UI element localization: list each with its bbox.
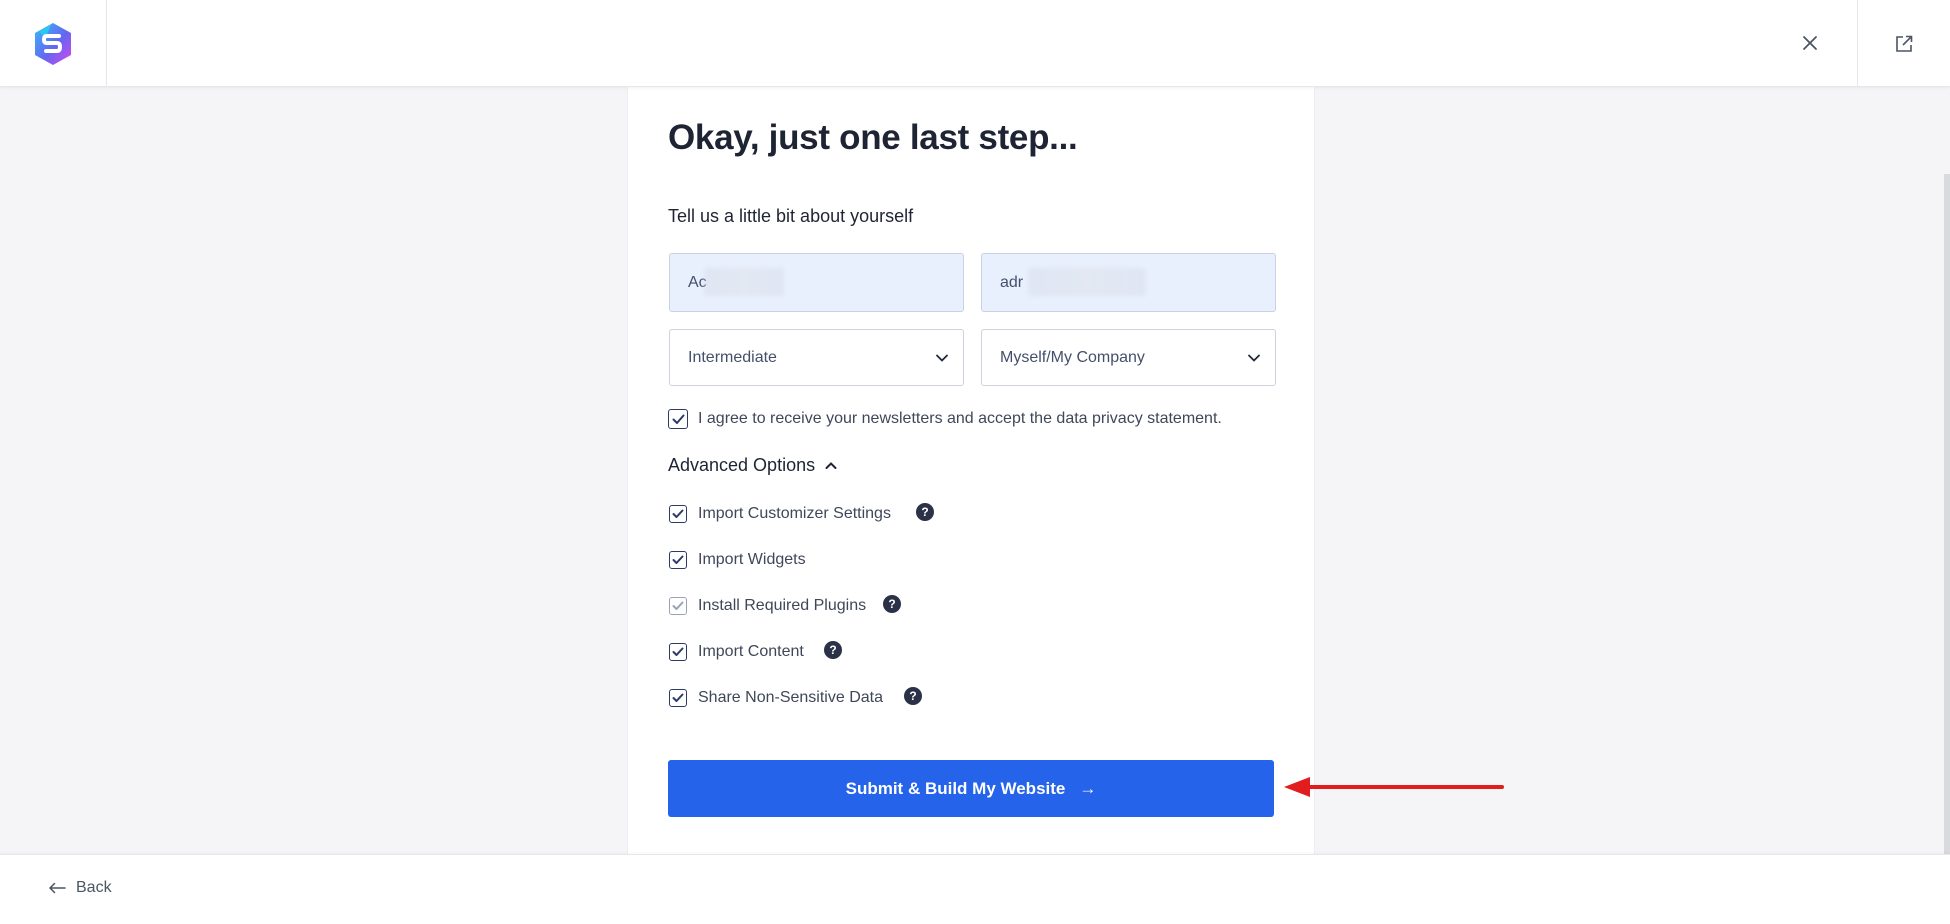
help-icon[interactable]: ? xyxy=(916,503,934,521)
option-label: Install Required Plugins xyxy=(698,597,867,614)
form-subtitle: Tell us a little bit about yourself xyxy=(668,206,914,226)
option-checkbox-plugins xyxy=(669,597,687,615)
external-link-icon xyxy=(1896,35,1913,52)
purpose-select[interactable]: Myself/My Company xyxy=(981,329,1276,386)
logo[interactable] xyxy=(0,0,107,87)
chevron-down-icon xyxy=(936,354,948,362)
purpose-select-value: Myself/My Company xyxy=(1000,348,1145,366)
help-icon[interactable]: ? xyxy=(883,595,901,613)
advanced-options-label: Advanced Options xyxy=(668,455,816,475)
redaction-blur xyxy=(1028,268,1146,296)
top-bar xyxy=(0,0,1950,87)
experience-select-value: Intermediate xyxy=(688,348,777,366)
name-field[interactable]: Ac xyxy=(669,253,964,312)
back-label: Back xyxy=(76,879,112,896)
scrollbar[interactable] xyxy=(1944,174,1950,854)
close-icon xyxy=(1803,36,1817,50)
email-field-value: adr xyxy=(1000,273,1024,291)
newsletter-checkbox[interactable] xyxy=(668,409,688,429)
checkmark-icon xyxy=(672,647,684,656)
submit-button-label: Submit & Build My Website xyxy=(845,778,1066,798)
option-checkbox-share-data[interactable] xyxy=(669,689,687,707)
arrow-right-icon: → xyxy=(1079,778,1097,798)
redaction-blur xyxy=(704,268,784,296)
starter-templates-logo-icon xyxy=(35,22,71,65)
option-label: Import Content xyxy=(698,643,804,660)
close-button[interactable] xyxy=(1793,26,1827,60)
submit-build-button[interactable]: Submit & Build My Website → xyxy=(668,760,1274,817)
advanced-options-toggle[interactable]: Advanced Options xyxy=(668,455,837,476)
chevron-up-icon xyxy=(825,462,837,469)
option-checkbox-content[interactable] xyxy=(669,643,687,661)
help-icon[interactable]: ? xyxy=(904,687,922,705)
option-checkbox-widgets[interactable] xyxy=(669,551,687,569)
option-label: Share Non-Sensitive Data xyxy=(698,689,883,706)
checkmark-icon xyxy=(672,555,684,564)
option-label: Import Widgets xyxy=(698,551,806,568)
email-field[interactable]: adr xyxy=(981,253,1276,312)
arrow-left-icon xyxy=(49,882,66,894)
checkmark-icon xyxy=(672,693,684,702)
bottom-bar: Back xyxy=(0,854,1950,924)
option-label: Import Customizer Settings xyxy=(698,505,891,522)
help-icon[interactable]: ? xyxy=(824,641,842,659)
newsletter-label: I agree to receive your newsletters and … xyxy=(698,410,1222,427)
option-checkbox-customizer[interactable] xyxy=(669,505,687,523)
page-title: Okay, just one last step... xyxy=(668,118,1078,157)
checkmark-icon xyxy=(672,509,684,518)
open-external-button[interactable] xyxy=(1857,0,1950,87)
chevron-down-icon xyxy=(1248,354,1260,362)
checkmark-icon xyxy=(672,414,684,424)
annotation-arrow-icon xyxy=(1284,777,1504,797)
checkmark-icon xyxy=(672,601,684,610)
back-button[interactable]: Back xyxy=(48,879,112,897)
experience-select[interactable]: Intermediate xyxy=(669,329,964,386)
